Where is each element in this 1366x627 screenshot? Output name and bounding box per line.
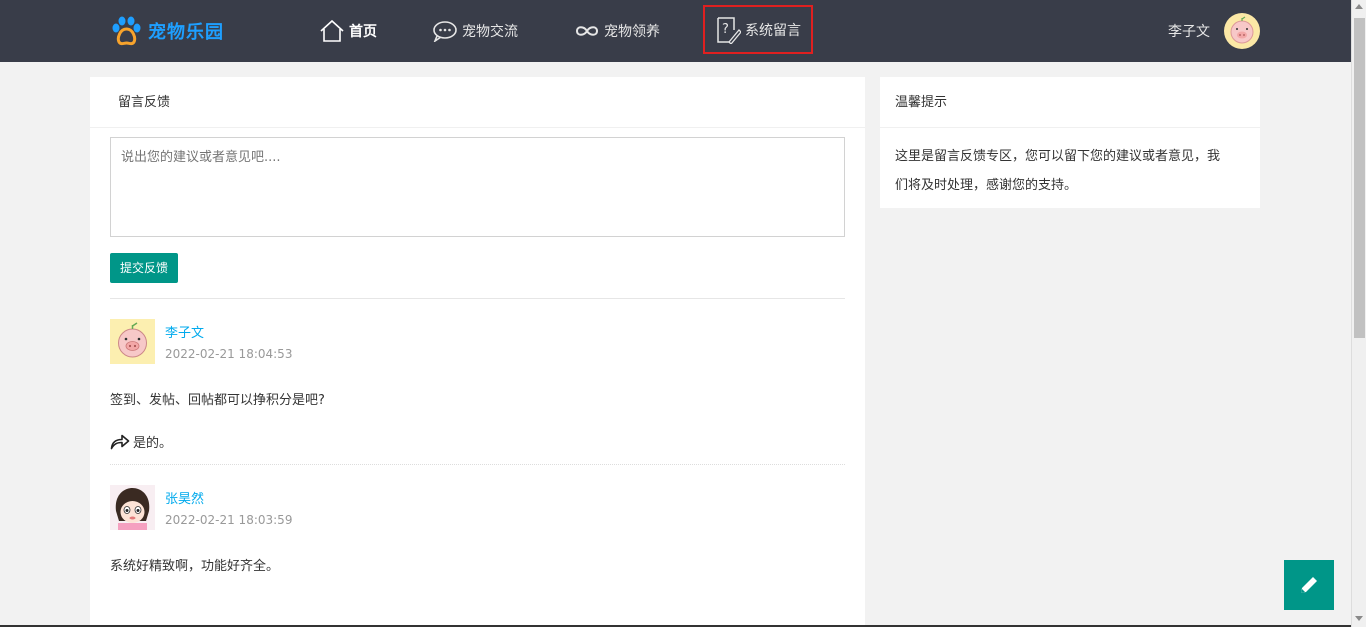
pig-avatar-icon bbox=[1230, 16, 1254, 44]
pig-avatar-icon bbox=[118, 322, 147, 358]
page-scrollbar[interactable] bbox=[1351, 0, 1366, 627]
user-menu[interactable]: 李子文 bbox=[1168, 0, 1260, 62]
feedback-textarea[interactable] bbox=[110, 137, 845, 237]
user-avatar[interactable] bbox=[1224, 13, 1260, 49]
nav-pet-adoption-label: 宠物领养 bbox=[604, 24, 660, 40]
tips-text: 这里是留言反馈专区，您可以留下您的建议或者意见，我 们将及时处理，感谢您的支持。 bbox=[880, 128, 1260, 200]
nav-home-label: 首页 bbox=[349, 24, 377, 40]
paw-logo-icon bbox=[112, 16, 141, 46]
tips-card-title: 温馨提示 bbox=[880, 77, 1260, 128]
comment-time: 2022-02-21 18:04:53 bbox=[165, 347, 293, 361]
home-icon bbox=[320, 19, 344, 42]
comment-text: 签到、发帖、回帖都可以挣积分是吧? bbox=[110, 393, 325, 408]
pencil-icon bbox=[1301, 577, 1317, 593]
logo-text: 宠物乐园 bbox=[148, 22, 224, 43]
scroll-down-arrow-icon[interactable] bbox=[1355, 616, 1363, 621]
comment-username[interactable]: 张昊然 bbox=[165, 488, 204, 507]
nav-system-message[interactable]: ? 系统留言 bbox=[703, 5, 813, 54]
infinity-icon bbox=[575, 26, 599, 36]
nav-pet-exchange-label: 宠物交流 bbox=[462, 24, 518, 40]
comment-avatar bbox=[110, 485, 155, 530]
feedback-card: 留言反馈 提交反馈 李子文 2022-02-21 18:04:53 签到、发帖、… bbox=[90, 77, 865, 627]
question-edit-icon: ? bbox=[717, 16, 741, 44]
logo[interactable]: 宠物乐园 bbox=[110, 14, 224, 48]
nav-pet-adoption[interactable]: 宠物领养 bbox=[574, 0, 660, 62]
nav-system-message-label: 系统留言 bbox=[745, 22, 801, 39]
comment-divider bbox=[110, 464, 845, 465]
nav-pet-exchange[interactable]: 宠物交流 bbox=[432, 0, 518, 62]
floating-edit-button[interactable] bbox=[1284, 560, 1334, 610]
tips-card: 温馨提示 这里是留言反馈专区，您可以留下您的建议或者意见，我 们将及时处理，感谢… bbox=[880, 77, 1260, 208]
comment-time: 2022-02-21 18:03:59 bbox=[165, 513, 293, 527]
tips-line: 们将及时处理，感谢您的支持。 bbox=[895, 178, 1078, 193]
comment-text: 系统好精致啊，功能好齐全。 bbox=[110, 559, 280, 574]
reply-arrow-icon bbox=[110, 434, 130, 449]
svg-text:?: ? bbox=[722, 22, 729, 37]
scroll-up-arrow-icon[interactable] bbox=[1355, 4, 1363, 9]
chat-icon bbox=[433, 21, 457, 42]
top-navbar: 宠物乐园 首页 宠物交流 宠物领养 ? 系统留言 李子文 bbox=[0, 0, 1351, 62]
comment-avatar bbox=[110, 319, 155, 364]
divider bbox=[110, 298, 845, 299]
girl-avatar-icon bbox=[110, 485, 155, 530]
reply-text: 是的。 bbox=[133, 436, 173, 451]
comment-username[interactable]: 李子文 bbox=[165, 322, 204, 341]
submit-feedback-button[interactable]: 提交反馈 bbox=[110, 253, 178, 283]
scrollbar-thumb[interactable] bbox=[1354, 18, 1365, 338]
comment-reply: 是的。 bbox=[110, 432, 172, 451]
nav-home[interactable]: 首页 bbox=[319, 0, 377, 62]
user-name: 李子文 bbox=[1168, 24, 1210, 40]
feedback-card-title: 留言反馈 bbox=[90, 77, 865, 128]
tips-line: 这里是留言反馈专区，您可以留下您的建议或者意见，我 bbox=[895, 149, 1221, 164]
